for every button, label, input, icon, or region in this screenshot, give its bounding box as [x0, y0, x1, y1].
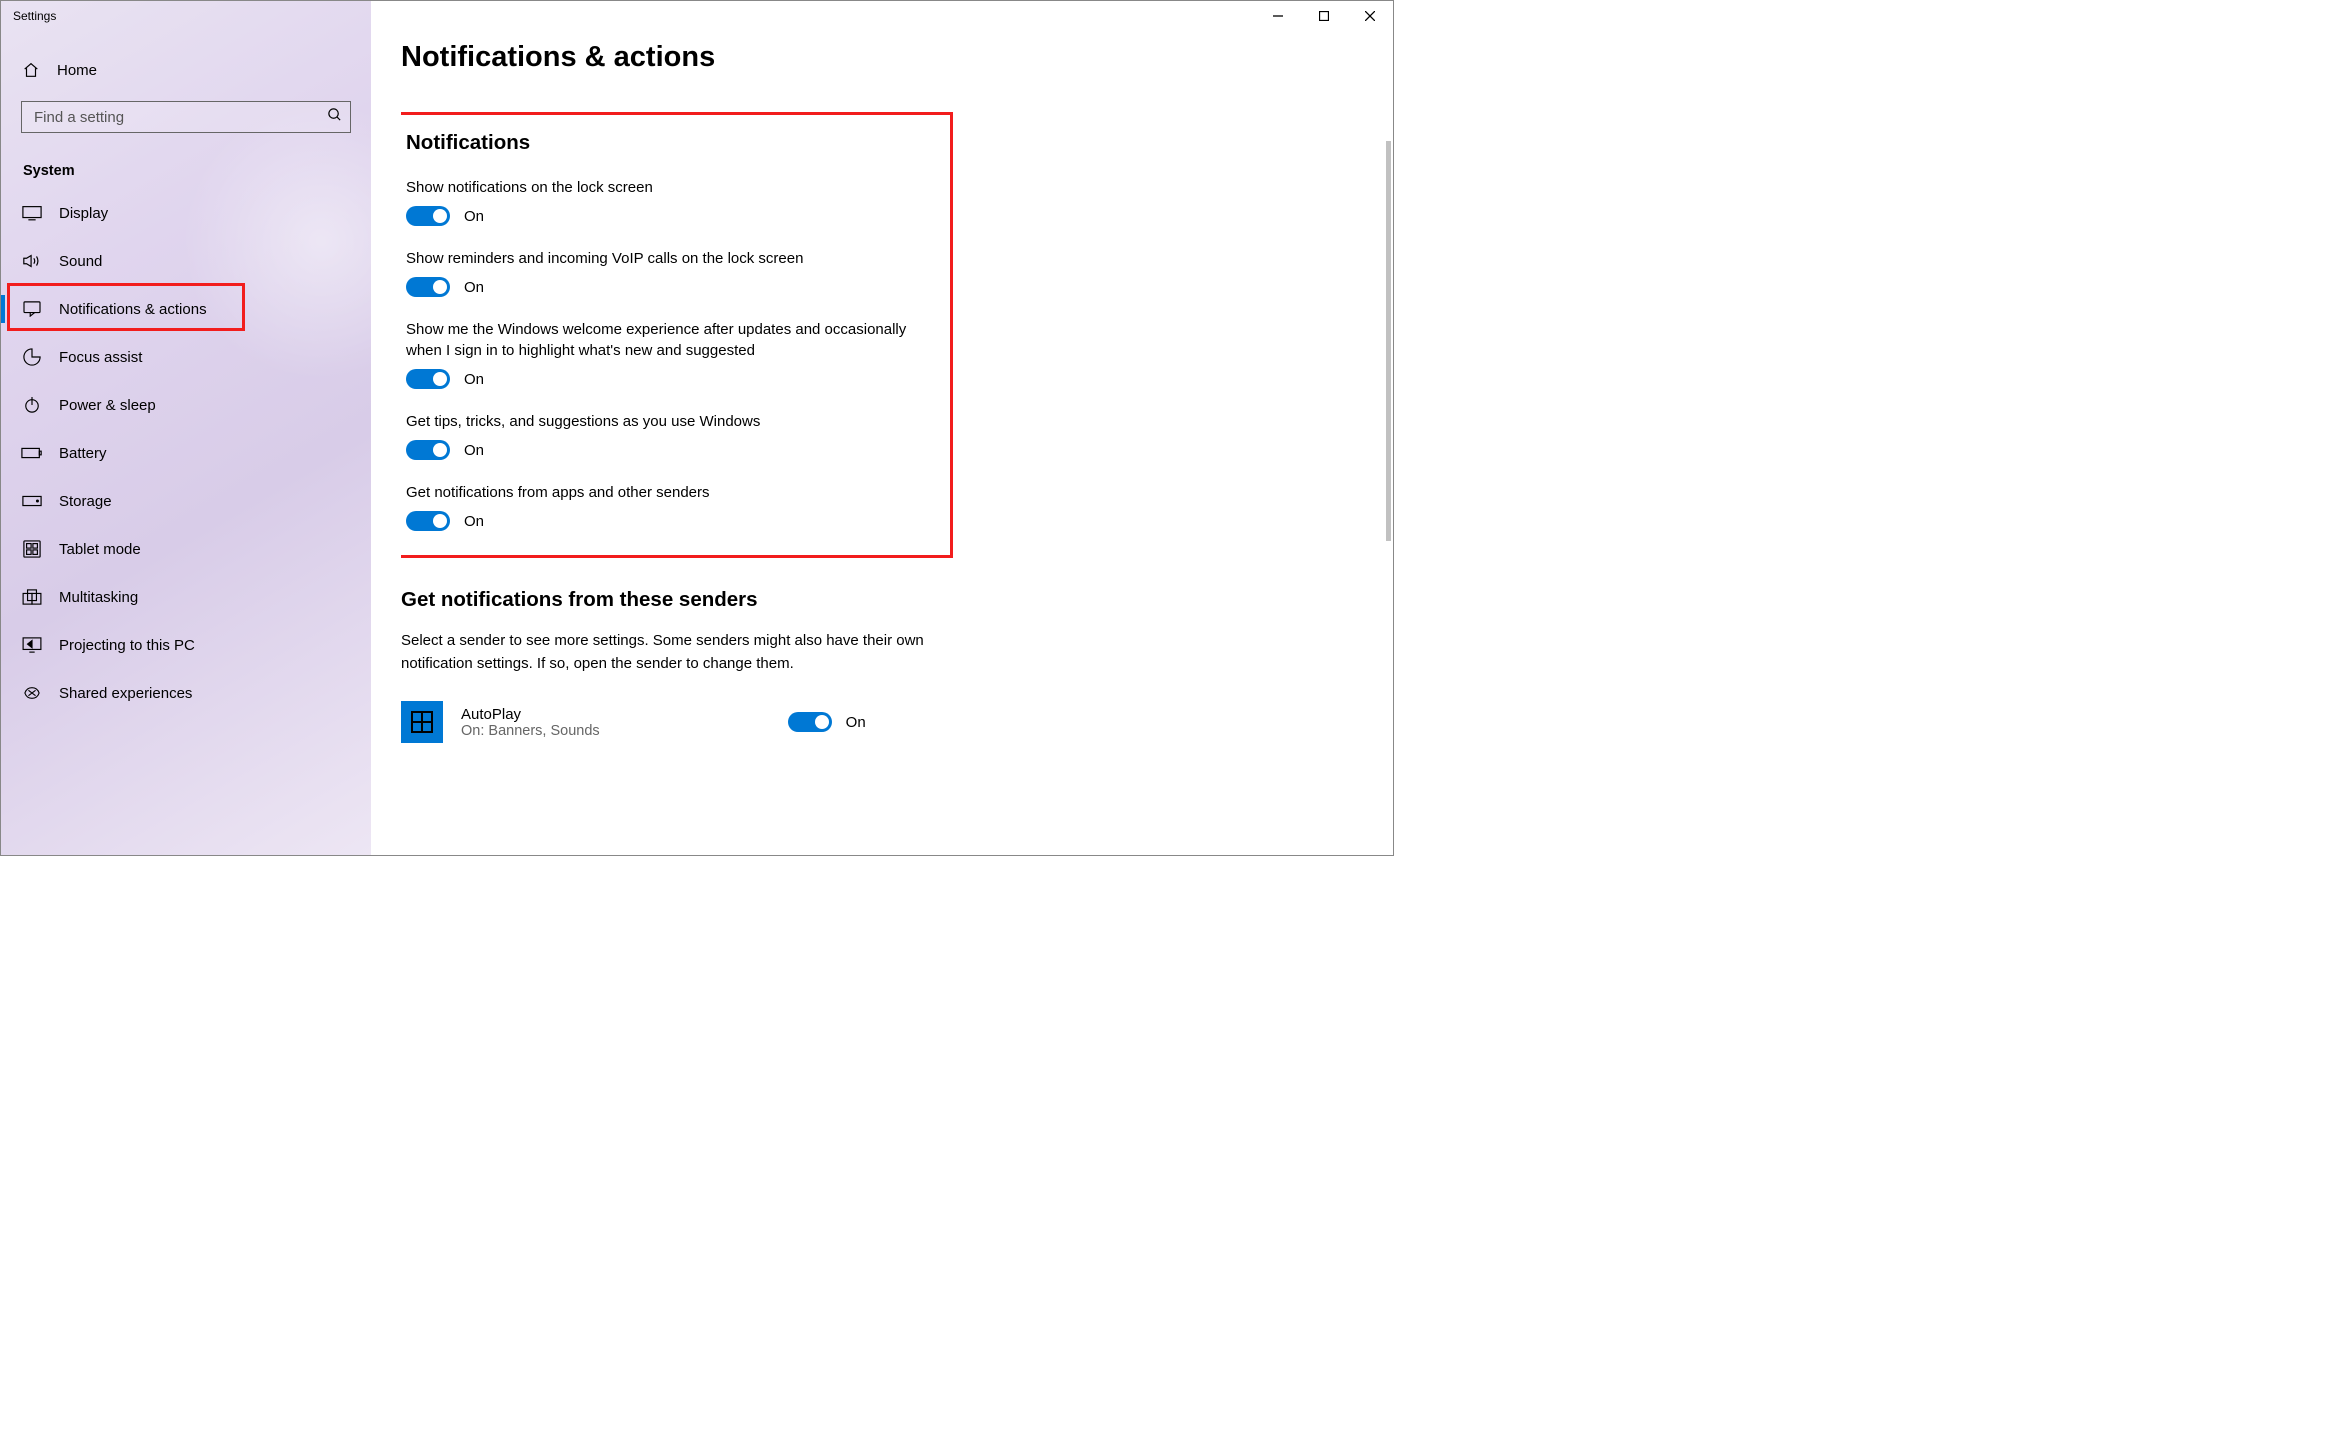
maximize-button[interactable]	[1301, 1, 1347, 31]
toggle-switch[interactable]	[406, 369, 450, 389]
sidebar-item-label: Notifications & actions	[59, 301, 207, 318]
setting-0: Show notifications on the lock screen On	[401, 177, 936, 226]
sidebar-item-label: Tablet mode	[59, 541, 141, 558]
sound-icon	[21, 251, 43, 271]
page-title: Notifications & actions	[401, 41, 1373, 74]
toggle-state-label: On	[464, 442, 484, 459]
sidebar-item-tablet[interactable]: Tablet mode	[1, 525, 371, 573]
home-nav[interactable]: Home	[1, 51, 371, 89]
sidebar-item-label: Storage	[59, 493, 112, 510]
toggle-switch[interactable]	[406, 206, 450, 226]
sidebar-item-power[interactable]: Power & sleep	[1, 381, 371, 429]
scrollbar-thumb[interactable]	[1386, 141, 1391, 541]
toggle-state-label: On	[464, 371, 484, 388]
notifications-heading: Notifications	[401, 131, 936, 155]
sender-name: AutoPlay	[461, 706, 600, 723]
toggle-switch[interactable]	[406, 440, 450, 460]
setting-label: Show me the Windows welcome experience a…	[406, 319, 936, 361]
sidebar-section-label: System	[1, 151, 371, 189]
window-title: Settings	[1, 9, 56, 23]
toggle-state-label: On	[464, 208, 484, 225]
sidebar-item-label: Projecting to this PC	[59, 637, 195, 654]
sidebar-item-battery[interactable]: Battery	[1, 429, 371, 477]
sidebar-item-label: Sound	[59, 253, 102, 270]
close-button[interactable]	[1347, 1, 1393, 31]
minimize-button[interactable]	[1255, 1, 1301, 31]
setting-label: Get tips, tricks, and suggestions as you…	[406, 411, 936, 432]
setting-1: Show reminders and incoming VoIP calls o…	[401, 248, 936, 297]
setting-label: Show notifications on the lock screen	[406, 177, 936, 198]
sender-toggle-switch[interactable]	[788, 712, 832, 732]
notifications-highlight-box: Notifications Show notifications on the …	[401, 112, 953, 558]
setting-3: Get tips, tricks, and suggestions as you…	[401, 411, 936, 460]
sender-status: On: Banners, Sounds	[461, 723, 600, 739]
sender-row-0[interactable]: AutoPlay On: Banners, Sounds On	[401, 701, 1373, 743]
battery-icon	[21, 443, 43, 463]
toggle-switch[interactable]	[406, 277, 450, 297]
senders-heading: Get notifications from these senders	[401, 588, 1373, 612]
sender-toggle-state: On	[846, 714, 866, 731]
toggle-switch[interactable]	[406, 511, 450, 531]
home-label: Home	[57, 62, 97, 79]
sidebar-item-projecting[interactable]: Projecting to this PC	[1, 621, 371, 669]
sidebar-item-label: Multitasking	[59, 589, 138, 606]
sidebar-item-label: Power & sleep	[59, 397, 156, 414]
tablet-icon	[21, 539, 43, 559]
shared-icon	[21, 683, 43, 703]
home-icon	[21, 61, 41, 79]
setting-2: Show me the Windows welcome experience a…	[401, 319, 936, 389]
senders-description: Select a sender to see more settings. So…	[401, 630, 941, 675]
toggle-state-label: On	[464, 279, 484, 296]
storage-icon	[21, 491, 43, 511]
sidebar: Home System Display Sound Notifications & …	[1, 1, 371, 855]
sidebar-item-shared[interactable]: Shared experiences	[1, 669, 371, 717]
sidebar-item-label: Shared experiences	[59, 685, 192, 702]
sidebar-item-notifications[interactable]: Notifications & actions	[1, 285, 371, 333]
display-icon	[21, 203, 43, 223]
sidebar-item-label: Focus assist	[59, 349, 142, 366]
sidebar-item-display[interactable]: Display	[1, 189, 371, 237]
setting-4: Get notifications from apps and other se…	[401, 482, 936, 531]
search-icon	[327, 107, 342, 127]
notifications-icon	[21, 299, 43, 319]
search-box[interactable]	[21, 101, 351, 133]
focus-icon	[21, 347, 43, 367]
setting-label: Show reminders and incoming VoIP calls o…	[406, 248, 936, 269]
search-input[interactable]	[34, 109, 327, 126]
multitasking-icon	[21, 587, 43, 607]
sidebar-item-multitasking[interactable]: Multitasking	[1, 573, 371, 621]
sidebar-item-storage[interactable]: Storage	[1, 477, 371, 525]
sidebar-item-label: Display	[59, 205, 108, 222]
sender-tile-icon	[401, 701, 443, 743]
toggle-state-label: On	[464, 513, 484, 530]
setting-label: Get notifications from apps and other se…	[406, 482, 936, 503]
sidebar-item-sound[interactable]: Sound	[1, 237, 371, 285]
sidebar-item-focus[interactable]: Focus assist	[1, 333, 371, 381]
projecting-icon	[21, 635, 43, 655]
power-icon	[21, 395, 43, 415]
sidebar-item-label: Battery	[59, 445, 107, 462]
main-panel: Notifications & actions Notifications Sh…	[371, 1, 1393, 855]
